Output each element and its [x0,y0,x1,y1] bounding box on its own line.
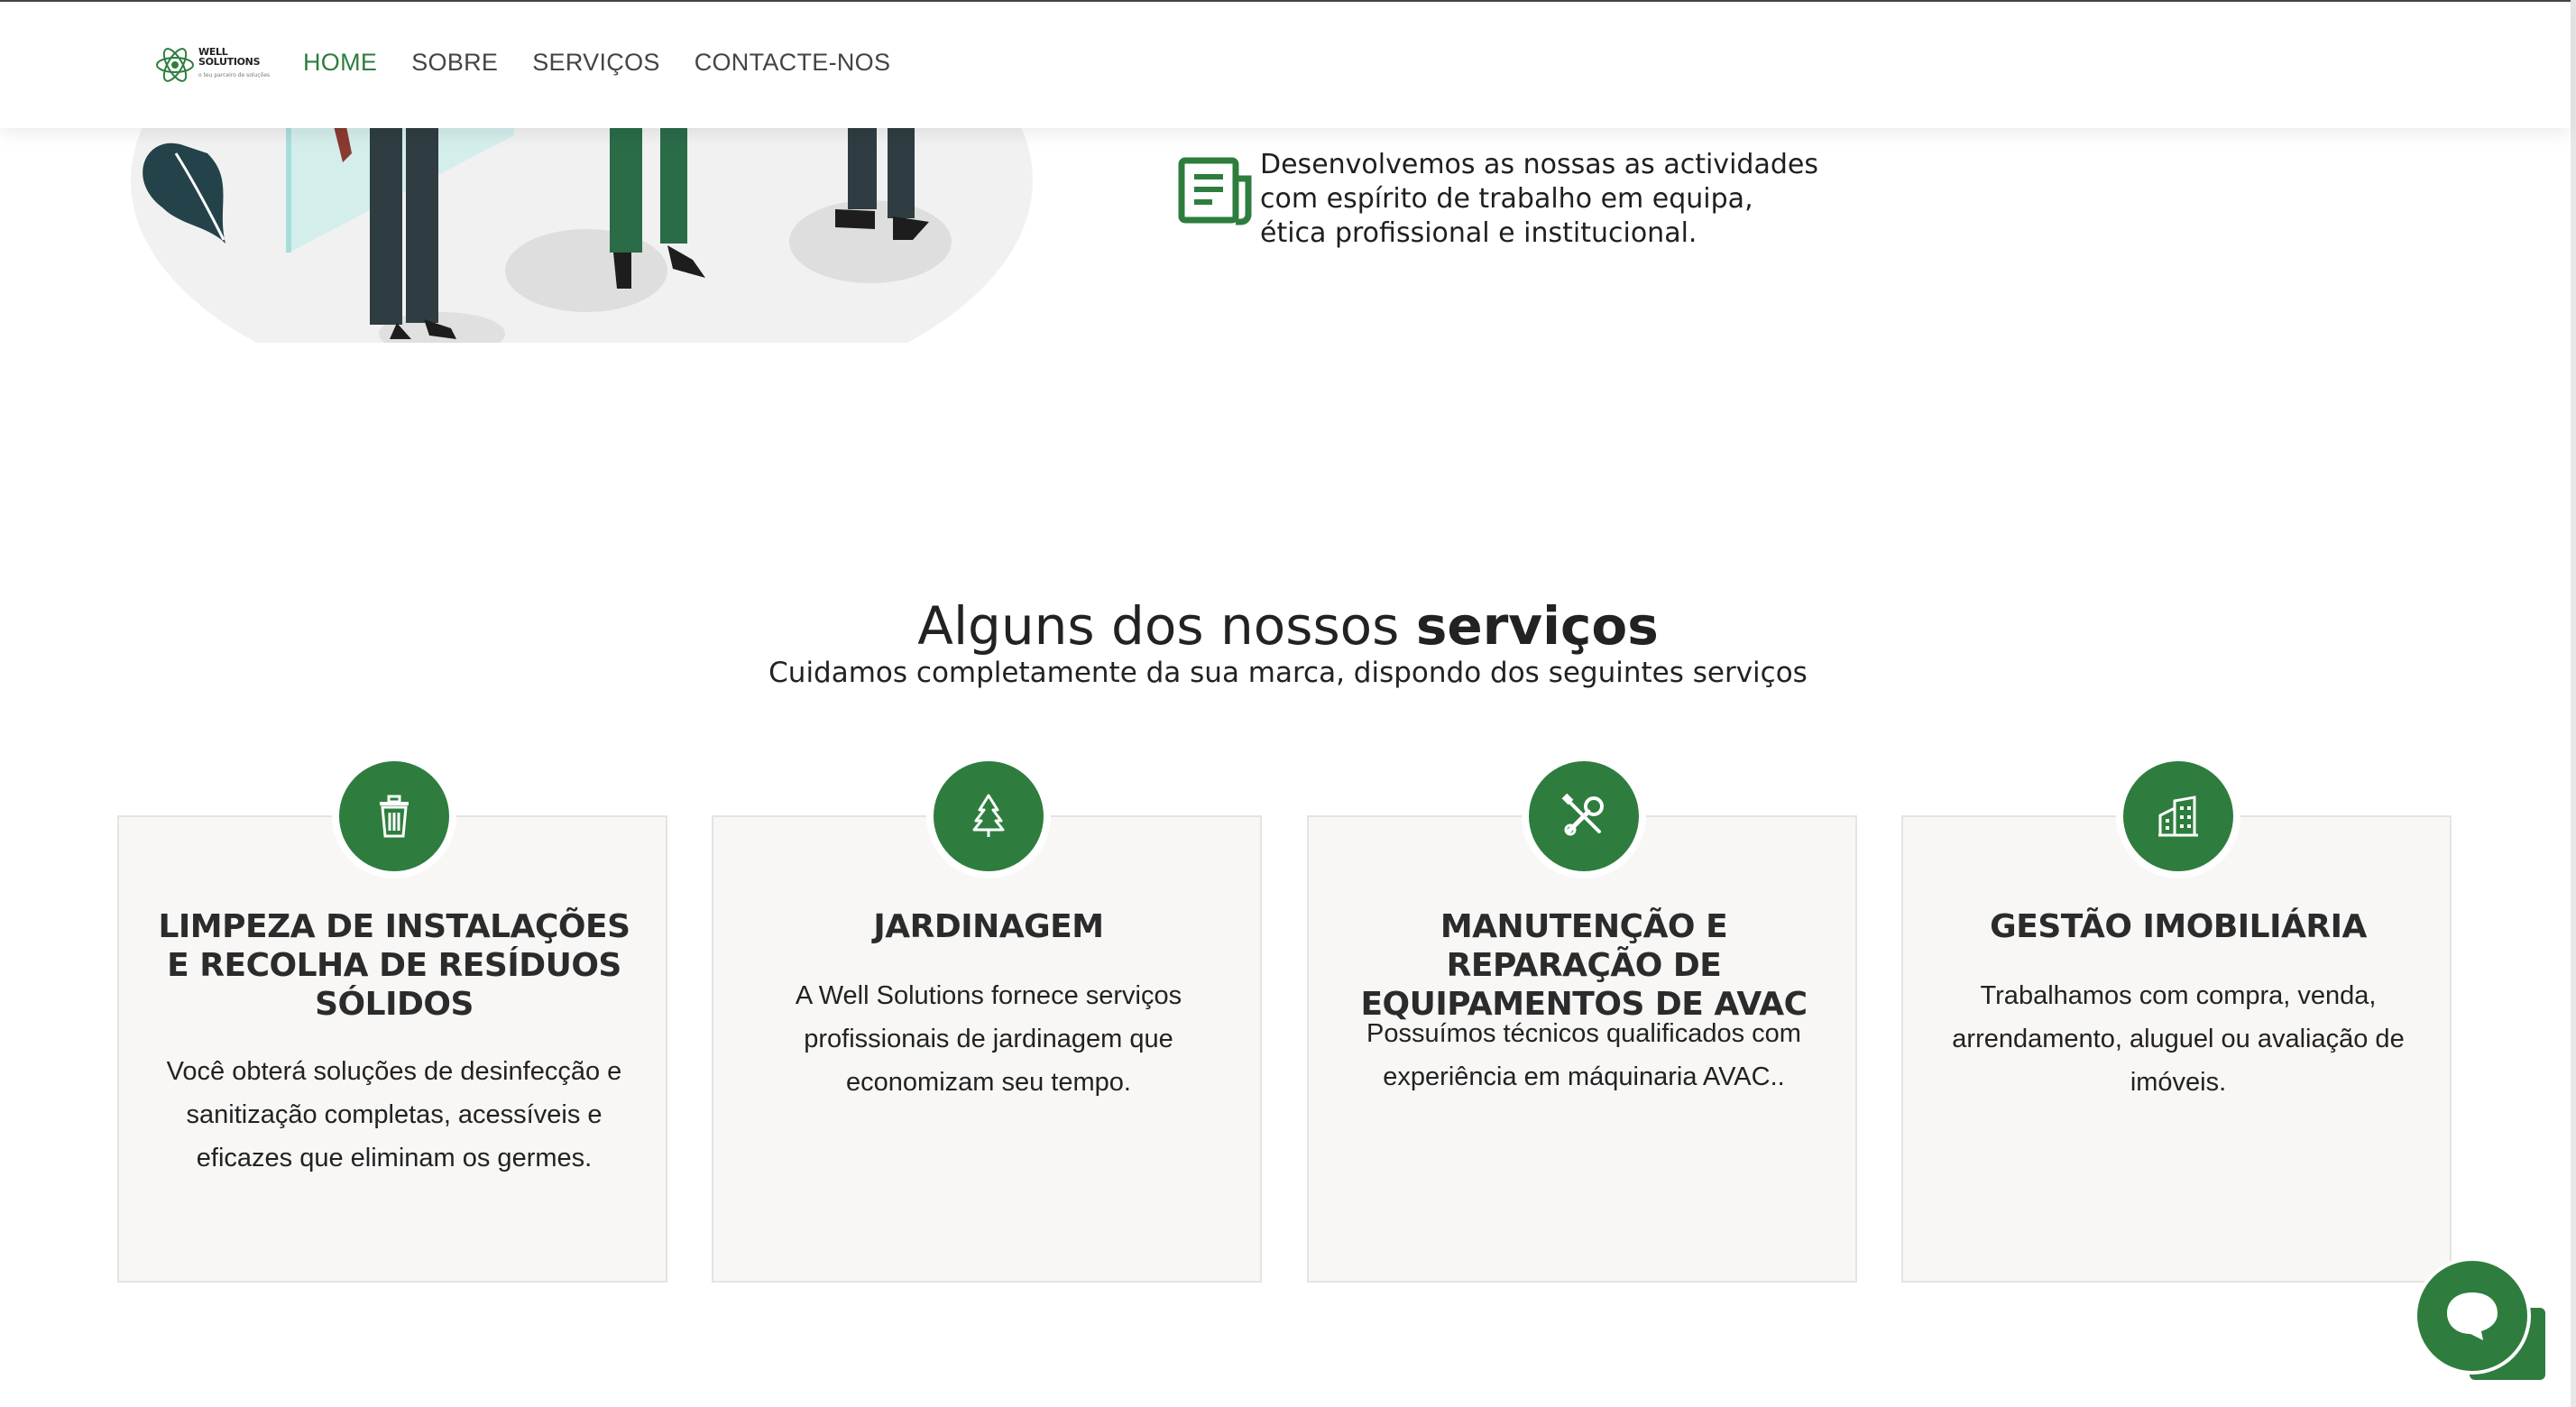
service-card-text: Trabalhamos com compra, venda, arrendame… [1952,981,2405,1097]
newspaper-icon [1178,157,1252,225]
nav-servicos[interactable]: SERVIÇOS [532,49,659,77]
services-title: Alguns dos nossos serviços [0,595,2576,657]
tree-icon [934,761,1044,871]
atom-logo-icon [156,48,194,82]
service-card-limpeza: LIMPEZA DE INSTALAÇÕES E RECOLHA DE RESÍ… [117,761,667,1283]
chat-button[interactable] [2417,1261,2527,1371]
nav-contacte-nos[interactable]: CONTACTE-NOS [695,49,891,77]
logo-line2: SOLUTIONS [198,56,261,68]
services-title-bold: serviços [1415,595,1659,658]
trash-icon [339,761,449,871]
team-illustration [126,126,1037,343]
team-value-text: Desenvolvemos as nossas as actividades c… [1260,149,1818,249]
site-header: WELL SOLUTIONS o teu parceiro de soluçõe… [0,0,2571,128]
logo[interactable]: WELL SOLUTIONS o teu parceiro de soluçõe… [155,41,270,92]
main-nav: HOME SOBRE SERVIÇOS CONTACTE-NOS [303,49,890,77]
building-icon [2123,761,2233,871]
service-card-title: LIMPEZA DE INSTALAÇÕES E RECOLHA DE RESÍ… [158,908,630,1023]
logo-tagline: o teu parceiro de soluções [198,72,271,78]
services-title-prefix: Alguns dos nossos [917,595,1416,658]
service-card-title: MANUTENÇÃO E REPARAÇÃO DE EQUIPAMENTOS D… [1360,908,1808,1023]
service-card-imobiliaria: GESTÃO IMOBILIÁRIA Trabalhamos com compr… [1901,761,2452,1283]
service-card-text: Possuímos técnicos qualificados com expe… [1366,1019,1801,1091]
chat-bubble-icon [2447,1292,2498,1340]
nav-sobre[interactable]: SOBRE [411,49,498,77]
services-subtitle: Cuidamos completamente da sua marca, dis… [768,657,1808,689]
tools-icon [1529,761,1639,871]
service-card-text: Você obterá soluções de desinfecção e sa… [166,1057,622,1172]
service-card-text: A Well Solutions fornece serviços profis… [795,981,1182,1097]
nav-home[interactable]: HOME [303,49,377,77]
service-card-avac: MANUTENÇÃO E REPARAÇÃO DE EQUIPAMENTOS D… [1307,761,1857,1283]
service-card-jardinagem: JARDINAGEM A Well Solutions fornece serv… [712,761,1262,1283]
logo-wordmark: WELL SOLUTIONS [198,47,261,68]
page-scrollbar[interactable] [2571,0,2576,1407]
service-card-title: GESTÃO IMOBILIÁRIA [1990,908,2367,945]
service-card-title: JARDINAGEM [873,908,1104,945]
